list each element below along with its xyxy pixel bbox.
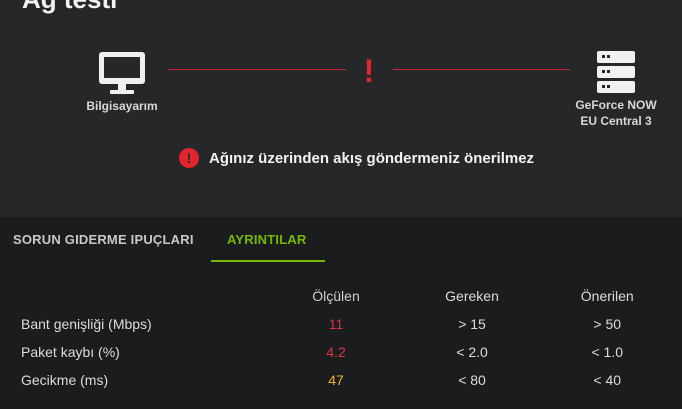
server-label-line2: EU Central 3 [580, 114, 652, 128]
metric-required: > 15 [458, 316, 486, 332]
server-icon [597, 51, 635, 93]
connection-error-icon: ! [363, 53, 375, 89]
connection-line-left [168, 69, 346, 70]
metric-recommended: < 1.0 [591, 344, 623, 360]
metric-label: Paket kaybı (%) [21, 344, 120, 360]
table-row: Paket kaybı (%) 4.2 < 2.0 < 1.0 [0, 338, 682, 366]
metric-required: < 2.0 [456, 344, 488, 360]
active-tab-indicator [211, 260, 325, 262]
header-recommended: Önerilen [580, 288, 634, 304]
network-test-panel: Ağ testi Bilgisayarım ! GeForce NOW EU C… [0, 0, 682, 217]
table-header-row: Ölçülen Gereken Önerilen [0, 282, 682, 310]
header-measured: Ölçülen [312, 288, 360, 304]
metric-label: Gecikme (ms) [21, 372, 109, 388]
metric-measured: 4.2 [326, 344, 346, 360]
table-row: Gecikme (ms) 47 < 80 < 40 [0, 366, 682, 394]
page-title: Ağ testi [22, 0, 117, 12]
server-node: GeForce NOW EU Central 3 [566, 51, 666, 129]
connection-line-right [393, 69, 570, 70]
tab-details[interactable]: AYRINTILAR [227, 232, 307, 247]
alert-circle-icon: ! [179, 148, 199, 168]
client-node: Bilgisayarım [72, 52, 172, 114]
metric-measured: 11 [328, 316, 344, 332]
computer-icon [99, 52, 145, 96]
metric-measured: 47 [328, 372, 344, 388]
metric-required: < 80 [458, 372, 486, 388]
metrics-table: Ölçülen Gereken Önerilen Bant genişliği … [0, 282, 682, 394]
server-label-line1: GeForce NOW [575, 98, 657, 112]
metric-label: Bant genişliği (Mbps) [21, 316, 152, 332]
table-row: Bant genişliği (Mbps) 11 > 15 > 50 [0, 310, 682, 338]
client-label: Bilgisayarım [86, 99, 158, 113]
warning-message: ! Ağınız üzerinden akış göndermeniz öner… [179, 147, 534, 169]
metric-recommended: < 40 [593, 372, 622, 388]
header-required: Gereken [445, 288, 499, 304]
tab-troubleshooting-tips[interactable]: SORUN GIDERME IPUÇLARI [13, 232, 194, 247]
metric-recommended: > 50 [593, 316, 622, 332]
tab-bar: SORUN GIDERME IPUÇLARI AYRINTILAR [0, 217, 682, 263]
warning-text: Ağınız üzerinden akış göndermeniz öneril… [209, 149, 535, 167]
